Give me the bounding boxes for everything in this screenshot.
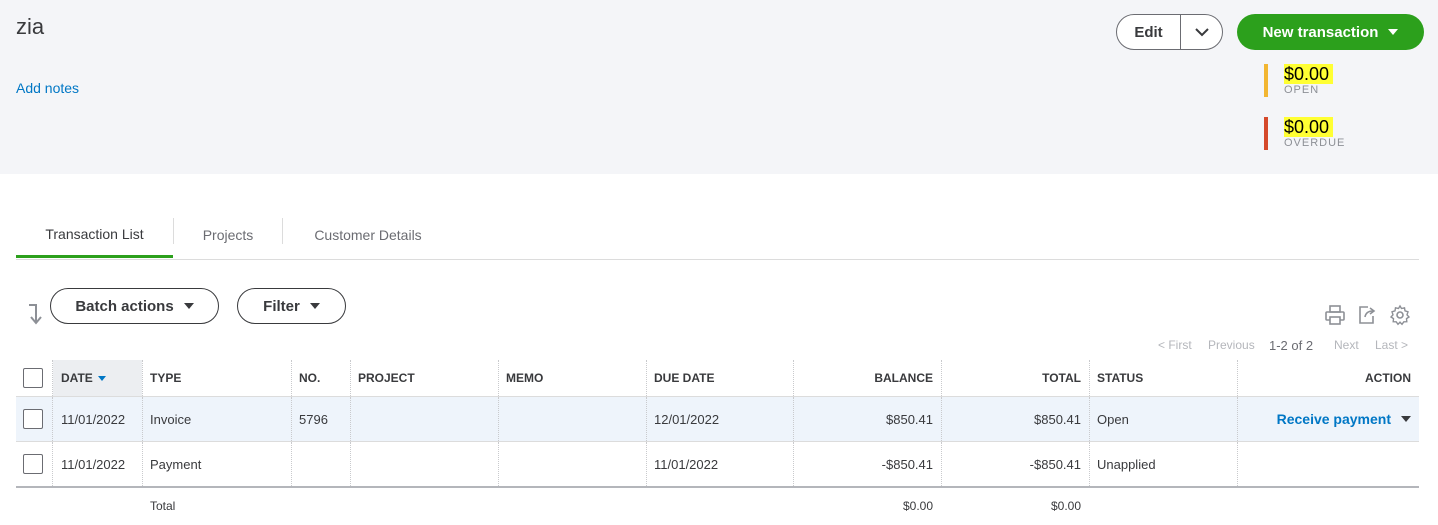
cell-no: 5796 xyxy=(299,411,328,427)
table-row[interactable]: 11/01/2022 Invoice 5796 12/01/2022 $850.… xyxy=(16,397,1419,442)
column-header-memo[interactable]: MEMO xyxy=(506,360,543,396)
new-transaction-label: New transaction xyxy=(1262,23,1379,41)
add-notes-link[interactable]: Add notes xyxy=(16,80,79,96)
tab-customer-details[interactable]: Customer Details xyxy=(283,212,453,258)
row-select-cell xyxy=(23,397,43,441)
row-checkbox[interactable] xyxy=(23,409,43,429)
totals-label: Total xyxy=(150,499,176,513)
edit-split-button: Edit xyxy=(1116,14,1223,50)
caret-down-icon xyxy=(1388,29,1399,35)
tab-transaction-list[interactable]: Transaction List xyxy=(16,212,173,258)
cell-status: Unapplied xyxy=(1097,456,1156,472)
print-icon[interactable] xyxy=(1324,304,1346,326)
cell-due-date: 11/01/2022 xyxy=(654,456,719,472)
cell-type: Payment xyxy=(150,456,202,472)
totals-total: $0.00 xyxy=(1050,499,1081,513)
table-header-row: DATE TYPE NO. PROJECT MEMO DUE DATE BALA… xyxy=(16,360,1419,397)
column-header-balance[interactable]: BALANCE xyxy=(793,360,933,396)
column-header-total[interactable]: TOTAL xyxy=(941,360,1081,396)
sort-caret-icon xyxy=(97,375,106,381)
edit-button[interactable]: Edit xyxy=(1117,15,1181,49)
overdue-amount: $0.00 xyxy=(1284,117,1334,137)
settings-gear-icon[interactable] xyxy=(1389,304,1411,326)
tab-bar: Transaction List Projects Customer Detai… xyxy=(16,212,1419,260)
cell-type: Invoice xyxy=(150,411,192,427)
batch-actions-label: Batch actions xyxy=(75,297,174,315)
column-header-date-label: DATE xyxy=(61,371,93,385)
export-icon[interactable] xyxy=(1356,304,1378,326)
action-dropdown-icon[interactable] xyxy=(1401,416,1411,422)
edit-dropdown-toggle[interactable] xyxy=(1181,15,1222,49)
sort-order-icon[interactable] xyxy=(26,303,44,325)
receive-payment-link[interactable]: Receive payment xyxy=(1277,411,1391,427)
row-checkbox[interactable] xyxy=(23,454,43,474)
column-header-type[interactable]: TYPE xyxy=(150,360,181,396)
overdue-label: OVERDUE xyxy=(1284,137,1346,149)
pager-count: 1-2 of 2 xyxy=(1269,338,1314,353)
table-totals-row: Total $0.00 $0.00 xyxy=(16,488,1419,524)
column-header-no[interactable]: NO. xyxy=(299,360,320,396)
chevron-down-icon xyxy=(1194,27,1209,36)
filter-label: Filter xyxy=(263,297,300,315)
tab-projects[interactable]: Projects xyxy=(174,212,282,258)
table-row[interactable]: 11/01/2022 Payment 11/01/2022 -$850.41 -… xyxy=(16,442,1419,488)
pager-previous-link[interactable]: Previous xyxy=(1208,338,1255,352)
cell-status: Open xyxy=(1097,411,1129,427)
pager-last-link[interactable]: Last > xyxy=(1375,338,1408,352)
open-amount: $0.00 xyxy=(1284,64,1334,84)
open-label: OPEN xyxy=(1284,84,1320,96)
column-header-action: ACTION xyxy=(1365,371,1411,385)
totals-balance: $0.00 xyxy=(902,499,933,513)
cell-total: $850.41 xyxy=(1034,411,1081,427)
cell-due-date: 12/01/2022 xyxy=(654,411,720,427)
row-select-cell xyxy=(23,442,43,486)
open-color-bar xyxy=(1264,64,1268,97)
cell-date: 11/01/2022 xyxy=(61,411,126,427)
caret-down-icon xyxy=(309,303,320,309)
overdue-color-bar xyxy=(1264,117,1268,150)
batch-actions-button[interactable]: Batch actions xyxy=(50,288,219,324)
column-header-project[interactable]: PROJECT xyxy=(358,360,415,396)
cell-action xyxy=(1237,442,1411,486)
new-transaction-button[interactable]: New transaction xyxy=(1237,14,1424,50)
cell-action: Receive payment xyxy=(1237,397,1411,441)
column-header-status[interactable]: STATUS xyxy=(1097,360,1143,396)
caret-down-icon xyxy=(183,303,194,309)
column-header-date[interactable]: DATE xyxy=(53,360,142,396)
pager-next-link[interactable]: Next xyxy=(1334,338,1359,352)
select-all-checkbox[interactable] xyxy=(23,368,43,388)
cell-balance: $850.41 xyxy=(886,411,933,427)
transactions-table: DATE TYPE NO. PROJECT MEMO DUE DATE BALA… xyxy=(16,360,1419,524)
cell-balance: -$850.41 xyxy=(881,456,933,472)
cell-total: -$850.41 xyxy=(1029,456,1081,472)
select-all-cell xyxy=(23,360,43,396)
customer-name: zia xyxy=(16,14,45,39)
filter-button[interactable]: Filter xyxy=(237,288,346,324)
cell-date: 11/01/2022 xyxy=(61,456,126,472)
pager-first-link[interactable]: < First xyxy=(1158,338,1192,352)
column-header-due-date[interactable]: DUE DATE xyxy=(654,360,714,396)
customer-header: zia Add notes Edit New transaction $0.00… xyxy=(0,0,1438,174)
